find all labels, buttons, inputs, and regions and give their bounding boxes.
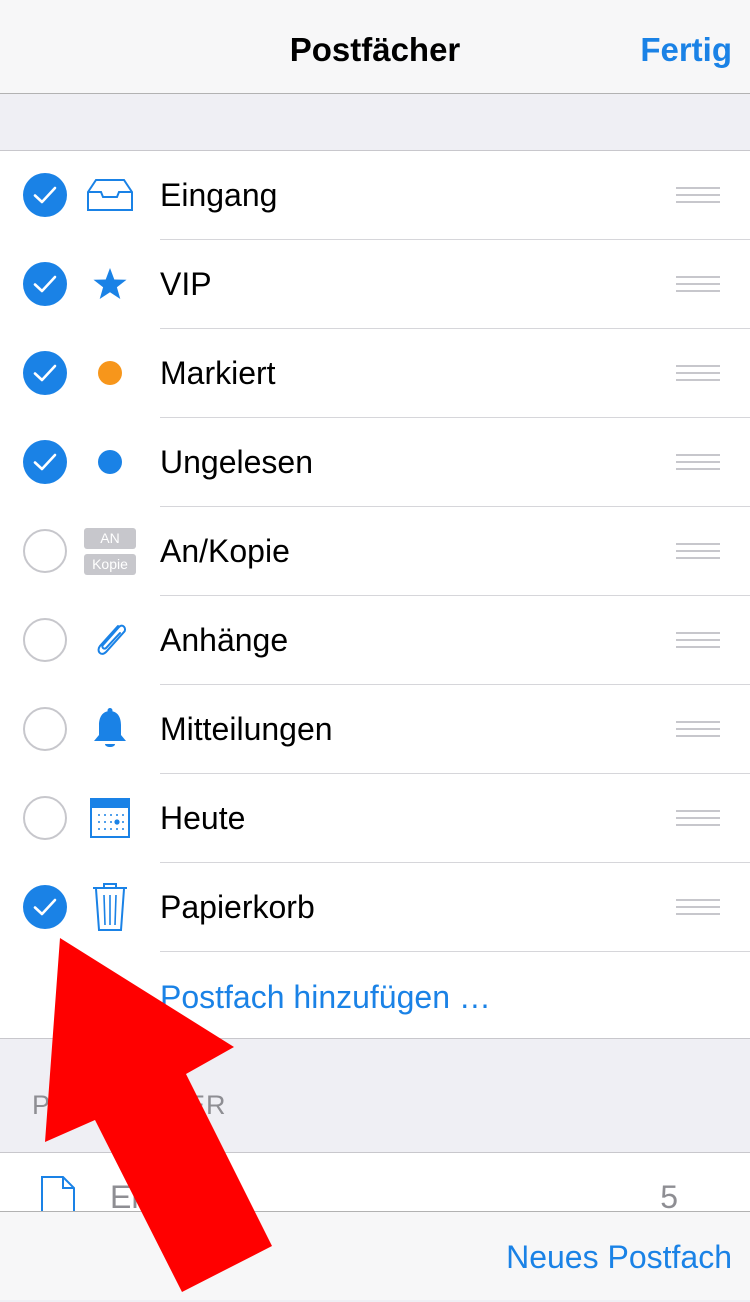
mailbox-label: Heute (160, 800, 246, 836)
reorder-handle-icon[interactable] (676, 810, 720, 828)
mailbox-row-mitteilungen[interactable]: Mitteilungen (0, 685, 750, 774)
mailbox-row-papierkorb[interactable]: Papierkorb (0, 863, 750, 952)
mailbox-row-markiert[interactable]: Markiert (0, 329, 750, 418)
page-title: Postfächer (289, 31, 461, 68)
bell-icon (82, 701, 138, 757)
bottom-toolbar: Neues Postfach (0, 1211, 750, 1300)
badge-cc-label: Kopie (84, 553, 136, 575)
to-cc-badge-icon: AN Kopie (82, 523, 138, 579)
mailbox-label: Eingang (160, 177, 278, 213)
paperclip-icon (82, 612, 138, 668)
section-header: POSTFÄCHER (32, 1090, 227, 1120)
unchecked-circle-icon[interactable] (23, 707, 67, 751)
mailbox-row-an-kopie[interactable]: AN Kopie An/Kopie (0, 507, 750, 596)
mailbox-label: Anhänge (160, 622, 289, 658)
trash-icon (82, 879, 138, 935)
blue-dot-icon (82, 434, 138, 490)
mailbox-label: An/Kopie (160, 533, 290, 569)
checkmark-icon[interactable] (23, 440, 67, 484)
mailbox-label: Ungelesen (160, 444, 313, 480)
reorder-handle-icon[interactable] (676, 365, 720, 383)
unchecked-circle-icon[interactable] (23, 529, 67, 573)
navigation-bar: Postfächer Fertig (0, 0, 750, 94)
checkmark-icon[interactable] (23, 173, 67, 217)
done-button[interactable]: Fertig (640, 0, 732, 94)
unchecked-circle-icon[interactable] (23, 796, 67, 840)
mailbox-label: VIP (160, 266, 212, 302)
mailbox-row-ungelesen[interactable]: Ungelesen (0, 418, 750, 507)
unchecked-circle-icon[interactable] (23, 618, 67, 662)
mailbox-row-anhaenge[interactable]: Anhänge (0, 596, 750, 685)
reorder-handle-icon[interactable] (676, 454, 720, 472)
orange-dot-icon (82, 345, 138, 401)
reorder-handle-icon[interactable] (676, 187, 720, 205)
reorder-handle-icon[interactable] (676, 899, 720, 917)
mailbox-row-heute[interactable]: Heute (0, 774, 750, 863)
star-icon (82, 256, 138, 312)
calendar-icon (82, 790, 138, 846)
checkmark-icon[interactable] (23, 885, 67, 929)
reorder-handle-icon[interactable] (676, 276, 720, 294)
checkmark-icon[interactable] (23, 351, 67, 395)
checkmark-icon[interactable] (23, 262, 67, 306)
reorder-handle-icon[interactable] (676, 543, 720, 561)
mailbox-list: Eingang VIP Markiert Ungelesen AN Kopie … (0, 150, 750, 1039)
add-mailbox-button[interactable]: Postfach hinzufügen … (160, 952, 491, 1038)
mailbox-row-eingang[interactable]: Eingang (0, 151, 750, 240)
mailbox-label: Papierkorb (160, 889, 315, 925)
inbox-tray-icon (82, 167, 138, 223)
mailbox-label: Mitteilungen (160, 711, 333, 747)
reorder-handle-icon[interactable] (676, 632, 720, 650)
mailbox-label: Markiert (160, 355, 276, 391)
badge-to-label: AN (84, 527, 136, 549)
mailbox-row-vip[interactable]: VIP (0, 240, 750, 329)
new-mailbox-button[interactable]: Neues Postfach (506, 1212, 732, 1301)
reorder-handle-icon[interactable] (676, 721, 720, 739)
